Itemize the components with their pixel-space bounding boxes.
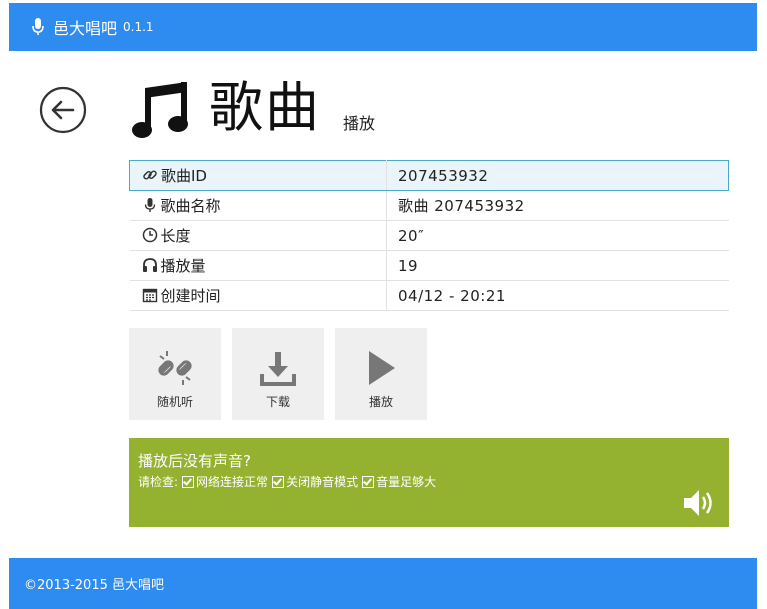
page-subtitle: 播放 (343, 114, 376, 133)
play-button[interactable]: 播放 (335, 328, 427, 420)
play-icon (369, 351, 395, 385)
info-value: 19 (386, 250, 729, 281)
mic-icon (142, 197, 158, 213)
checkbox-icon (182, 475, 195, 488)
check-item: 音量足够大 (376, 475, 437, 489)
download-icon (260, 352, 296, 386)
checkbox-icon (362, 475, 375, 488)
top-bar: 邑大唱吧 0.1.1 (9, 3, 757, 51)
headphones-icon (142, 257, 158, 273)
notice-checklist: 请检查: 网络连接正常 关闭静音模式 音量足够大 (138, 473, 436, 490)
table-row: 歌曲名称 歌曲 207453932 (129, 190, 729, 221)
arrow-left-icon (39, 86, 87, 134)
tile-label: 下载 (265, 395, 290, 409)
table-row: 长度 20″ (129, 220, 729, 251)
clock-icon (142, 227, 158, 243)
checkbox-icon (272, 475, 285, 488)
tile-label: 播放 (368, 395, 393, 409)
sound-notice-panel: 播放后没有声音? 请检查: 网络连接正常 关闭静音模式 音量足够大 (129, 438, 729, 527)
tile-label: 随机听 (156, 395, 193, 409)
song-info-table: 歌曲ID 207453932 歌曲名称 歌曲 207453932 长度 20″ … (129, 160, 729, 311)
info-value: 20″ (386, 220, 729, 251)
mic-icon (31, 17, 45, 37)
download-button[interactable]: 下载 (232, 328, 324, 420)
app-version: 0.1.1 (123, 20, 154, 34)
page-header: 歌曲 播放 (131, 70, 375, 140)
action-tiles: 随机听 下载 播放 (129, 328, 438, 420)
back-button[interactable] (39, 86, 87, 134)
app-title: 邑大唱吧 (53, 19, 118, 38)
info-value: 207453932 (386, 160, 729, 191)
info-value: 歌曲 207453932 (386, 190, 729, 221)
check-label: 请检查: (138, 475, 179, 489)
random-listen-button[interactable]: 随机听 (129, 328, 221, 420)
table-row: 播放量 19 (129, 250, 729, 281)
footer: ©2013-2015 邑大唱吧 (9, 558, 757, 609)
table-row: 创建时间 04/12 - 20:21 (129, 280, 729, 311)
info-key: 播放量 (160, 257, 206, 275)
copyright-text: ©2013-2015 邑大唱吧 (24, 578, 164, 593)
info-value: 04/12 - 20:21 (386, 280, 729, 311)
info-key: 创建时间 (160, 287, 221, 305)
broken-link-icon (158, 351, 192, 385)
info-key: 长度 (160, 227, 191, 245)
music-note-icon (132, 82, 188, 138)
page-title: 歌曲 (209, 76, 321, 139)
calendar-icon (142, 287, 158, 303)
info-key: 歌曲ID (161, 167, 207, 185)
check-item: 关闭静音模式 (286, 475, 359, 489)
table-row: 歌曲ID 207453932 (129, 160, 729, 191)
volume-icon (684, 490, 712, 516)
check-item: 网络连接正常 (196, 475, 269, 489)
info-key: 歌曲名称 (160, 197, 221, 215)
link-icon (142, 167, 158, 183)
notice-title: 播放后没有声音? (138, 452, 251, 470)
